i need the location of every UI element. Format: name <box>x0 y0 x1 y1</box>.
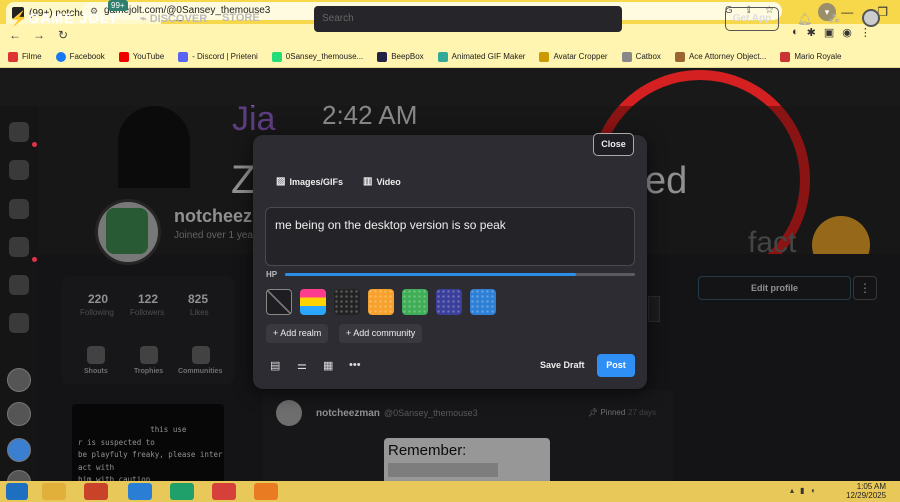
minimize-icon[interactable]: — <box>841 5 853 19</box>
bookmarks-bar: Filme Facebook YouTube - Discord | Priet… <box>0 46 900 68</box>
menu-kebab-icon[interactable]: ⋮ <box>860 26 871 39</box>
file-explorer-icon[interactable] <box>42 483 66 500</box>
media-player-icon[interactable] <box>84 483 108 500</box>
bell-icon[interactable]: 🔔︎ <box>797 12 812 26</box>
add-community-button[interactable]: + Add community <box>339 324 423 343</box>
bookmark-item[interactable]: 0Sansey_themouse... <box>271 51 363 62</box>
bookmark-item[interactable]: Catbox <box>621 51 661 62</box>
sidebar-backpack-icon[interactable] <box>9 199 29 219</box>
bookmark-item[interactable]: Facebook <box>55 51 105 62</box>
gamejolt-logo[interactable]: ⚡GAME JOLT <box>10 10 118 27</box>
image-icon: ▨ <box>276 176 286 187</box>
hp-label: HP <box>266 270 278 279</box>
calendar-icon[interactable]: ▦ <box>323 359 333 372</box>
sidebar-library-icon[interactable] <box>9 313 29 333</box>
puzzle-icon[interactable]: ✱ <box>807 26 816 39</box>
background-swatch[interactable] <box>436 289 462 315</box>
bookmark-item[interactable]: YouTube <box>118 51 164 62</box>
clock-date: 12/29/2025 <box>846 491 887 500</box>
more-icon[interactable]: ••• <box>349 359 361 371</box>
video-icon: ▥ <box>363 176 373 187</box>
avatar-cropper-icon <box>539 51 550 62</box>
save-draft-button[interactable]: Save Draft <box>540 360 585 370</box>
network-icon[interactable]: ▮ <box>800 486 804 495</box>
gif-maker-icon <box>437 51 448 62</box>
nav-store[interactable]: STORE <box>222 12 260 24</box>
discover-icon: ⌁ <box>140 13 150 25</box>
bookmark-item[interactable]: BeepBox <box>377 51 424 62</box>
nav-discover[interactable]: ⌁ DISCOVER <box>140 12 207 25</box>
system-tray: ▴ ▮ ◖ <box>790 486 815 495</box>
bookmark-item[interactable]: Mario Royale <box>780 51 841 62</box>
tab-video[interactable]: ▥ Video <box>363 176 401 187</box>
profile-avatar-icon[interactable]: ◉ <box>842 26 852 39</box>
sidebar-community-avatar[interactable] <box>7 368 31 392</box>
clock-time: 1:05 AM <box>856 482 887 491</box>
discord-icon <box>178 51 189 62</box>
article-icon[interactable]: ▤ <box>270 359 280 372</box>
edge-icon[interactable] <box>170 483 194 500</box>
gamejolt-icon <box>271 51 282 62</box>
notification-count-badge: 99+ <box>108 0 128 11</box>
firefox-icon[interactable] <box>254 483 278 500</box>
bookmark-item[interactable]: - Discord | Prieteni <box>178 51 258 62</box>
background-swatch[interactable] <box>334 289 360 315</box>
sidebar-store-icon[interactable] <box>9 160 29 180</box>
post-text-input[interactable]: me being on the desktop version is so pe… <box>265 207 635 266</box>
no-background-swatch[interactable] <box>266 289 292 315</box>
background-swatch[interactable] <box>470 289 496 315</box>
close-button[interactable]: Close <box>593 133 634 156</box>
facebook-icon <box>55 51 66 62</box>
youtube-icon <box>118 51 129 62</box>
bookmark-favicon-icon <box>8 51 18 62</box>
sidebar-activity-icon[interactable] <box>9 122 29 142</box>
reload-icon[interactable]: ↻ <box>54 28 72 42</box>
chevron-up-icon[interactable]: ▴ <box>790 486 794 495</box>
tab-images-gifs[interactable]: ▨ Images/GIFs <box>276 176 343 187</box>
activity-icon[interactable]: ⁂ <box>828 12 840 26</box>
hp-progress-bar <box>285 273 635 276</box>
post-button[interactable]: Post <box>597 354 635 377</box>
sidebar-realms-icon[interactable] <box>9 237 29 257</box>
ace-attorney-icon <box>674 51 685 62</box>
internet-explorer-icon[interactable] <box>128 483 152 500</box>
poll-icon[interactable]: ⚌ <box>297 359 307 372</box>
bookmark-item[interactable]: Avatar Cropper <box>539 51 608 62</box>
sidebar-community-avatar[interactable] <box>7 438 31 462</box>
notification-dot <box>32 142 37 147</box>
background-swatch[interactable] <box>402 289 428 315</box>
chrome-icon[interactable] <box>212 483 236 500</box>
extension-icon[interactable]: ◐ <box>792 26 799 39</box>
user-avatar[interactable] <box>862 9 880 27</box>
bookmark-item[interactable]: Ace Attorney Object... <box>674 51 766 62</box>
taskbar-clock[interactable]: 1:05 AM 12/29/2025 <box>846 482 886 500</box>
sidebar-community-avatar[interactable] <box>7 402 31 426</box>
extensions-area: ◐ ✱ ▣ ◉ ⋮ <box>792 26 871 39</box>
mario-royale-icon <box>780 51 791 62</box>
get-app-button[interactable]: Get App <box>725 7 779 31</box>
hp-progress-fill <box>285 273 576 276</box>
windows-start-icon[interactable] <box>6 483 28 500</box>
catbox-icon <box>621 51 632 62</box>
search-input[interactable]: Search <box>314 6 622 32</box>
background-swatch[interactable] <box>300 289 326 315</box>
sidepanel-icon[interactable]: ▣ <box>824 26 834 39</box>
bookmark-item[interactable]: Animated GIF Maker <box>437 51 525 62</box>
bookmark-item[interactable]: Filme <box>8 51 42 62</box>
beepbox-icon <box>377 51 388 62</box>
back-icon[interactable]: ← <box>6 28 24 42</box>
sidebar-chat-icon[interactable] <box>9 275 29 295</box>
forward-icon[interactable]: → <box>30 28 48 42</box>
add-realm-button[interactable]: + Add realm <box>266 324 329 343</box>
background-swatch[interactable] <box>368 289 394 315</box>
notification-dot <box>32 257 37 262</box>
volume-icon[interactable]: ◖ <box>810 486 815 495</box>
